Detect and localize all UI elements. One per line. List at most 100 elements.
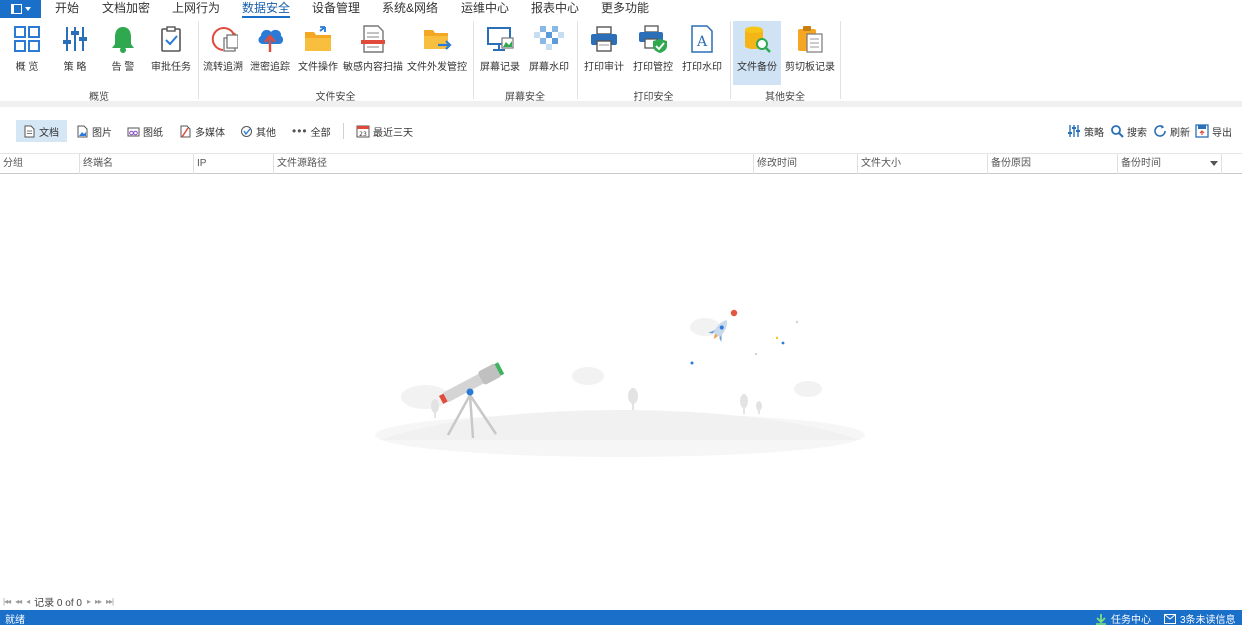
sensitive-content-scan-button[interactable]: 敏感内容扫描: [342, 21, 404, 85]
filter-images-label: 图片: [92, 127, 112, 139]
download-icon: [1096, 613, 1106, 625]
file-backup-label: 文件备份: [737, 62, 777, 73]
database-search-icon: [742, 23, 772, 55]
clipboard-record-button[interactable]: 剪切板记录: [784, 21, 836, 85]
filter-multimedia-label: 多媒体: [195, 127, 225, 139]
status-ready: 就绪: [5, 615, 25, 625]
printer-shield-icon: [638, 23, 668, 55]
folder-send-icon: [422, 23, 452, 55]
grid-icon: [12, 23, 42, 55]
file-backup-button[interactable]: 文件备份: [733, 21, 781, 85]
menu-item-device-management[interactable]: 设备管理: [312, 0, 360, 18]
unread-messages-button[interactable]: 3条未读信息: [1164, 611, 1236, 625]
ribbon: 概 览 策 略 告 警 审批任务 流转追溯 泄密追踪 文件操作 敏感内容扫描 文…: [0, 18, 1242, 103]
column-header-modified-time[interactable]: 修改时间: [754, 154, 858, 174]
ribbon-divider: [0, 101, 1242, 107]
group-divider: [840, 21, 841, 99]
task-center-label: 任务中心: [1111, 615, 1151, 625]
overview-button[interactable]: 概 览: [8, 21, 46, 85]
first-page-icon[interactable]: |◂◂: [3, 597, 11, 606]
app-menu-button[interactable]: [0, 0, 41, 18]
filter-other-button[interactable]: 其他: [237, 120, 279, 142]
sliders-icon: [1068, 125, 1080, 137]
more-dots-icon: •••: [292, 124, 308, 138]
message-icon: [1164, 613, 1176, 624]
printer-icon: [589, 23, 619, 55]
screen-watermark-button[interactable]: 屏幕水印: [526, 21, 572, 85]
menu-item-data-security[interactable]: 数据安全: [242, 0, 291, 18]
calendar-icon: 23: [356, 125, 370, 138]
column-header-file-size[interactable]: 文件大小: [858, 154, 988, 174]
svg-text:23: 23: [359, 131, 367, 138]
file-operation-label: 文件操作: [298, 62, 338, 73]
screen-record-button[interactable]: 屏幕记录: [478, 21, 522, 85]
filter-images-button[interactable]: 图片: [73, 120, 115, 142]
print-control-button[interactable]: 打印管控: [630, 21, 676, 85]
date-range-button[interactable]: 23 最近三天: [353, 120, 416, 142]
app-menu-icon: [10, 4, 22, 14]
menu-bar: 开始 文档加密 上网行为 数据安全 设备管理 系统&网络 运维中心 报表中心 更…: [0, 0, 1242, 18]
other-icon: [241, 125, 252, 137]
sensitive-content-scan-label: 敏感内容扫描: [343, 62, 403, 73]
column-header-backup-reason[interactable]: 备份原因: [988, 154, 1118, 174]
print-audit-label: 打印审计: [584, 62, 624, 73]
chevron-down-icon: [24, 7, 31, 11]
menu-item-web-behavior[interactable]: 上网行为: [172, 0, 220, 18]
menu-item-more-functions[interactable]: 更多功能: [601, 0, 649, 18]
date-range-label: 最近三天: [373, 127, 413, 139]
print-audit-button[interactable]: 打印审计: [582, 21, 626, 85]
filter-toolbar: 文档 图片 图纸 多媒体 其他 ••• 全部 23 最近三天 策略 搜索 刷新 …: [0, 116, 1242, 146]
column-header-group[interactable]: 分组: [0, 154, 80, 174]
refresh-label: 刷新: [1170, 127, 1190, 139]
status-bar: 就绪 任务中心 3条未读信息: [0, 610, 1242, 625]
clipboard-check-icon: [156, 23, 186, 55]
policy-tool-label: 策略: [1084, 127, 1104, 139]
column-header-backup-time[interactable]: 备份时间: [1118, 154, 1222, 174]
overview-label: 概 览: [15, 62, 39, 73]
document-letter-icon: A: [687, 23, 717, 55]
task-center-button[interactable]: 任务中心: [1095, 611, 1151, 625]
export-button[interactable]: 导出: [1192, 120, 1235, 142]
leak-trace-button[interactable]: 泄密追踪: [248, 21, 292, 85]
screen-watermark-label: 屏幕水印: [529, 62, 569, 73]
column-header-source-path[interactable]: 文件源路径: [274, 154, 754, 174]
search-button[interactable]: 搜索: [1107, 120, 1150, 142]
svg-text:A: A: [696, 34, 708, 50]
filter-drawings-button[interactable]: 图纸: [124, 120, 166, 142]
file-operation-button[interactable]: 文件操作: [296, 21, 340, 85]
menu-item-start[interactable]: 开始: [55, 0, 79, 18]
menu-item-system-network[interactable]: 系统&网络: [382, 0, 438, 18]
filter-all-button[interactable]: ••• 全部: [289, 120, 334, 142]
policy-button[interactable]: 策 略: [56, 21, 94, 85]
multimedia-icon: [180, 125, 191, 137]
column-header-ip[interactable]: IP: [194, 154, 274, 174]
print-watermark-button[interactable]: A 打印水印: [680, 21, 724, 85]
alert-button[interactable]: 告 警: [104, 21, 142, 85]
menu-item-report-center[interactable]: 报表中心: [531, 0, 579, 18]
document-icon: [24, 125, 35, 137]
menu-item-doc-encryption[interactable]: 文档加密: [102, 0, 150, 18]
refresh-button[interactable]: 刷新: [1150, 120, 1193, 142]
previous-page-icon[interactable]: ◂: [26, 597, 30, 606]
menu-item-ops-center[interactable]: 运维中心: [461, 0, 509, 18]
chevron-down-icon[interactable]: [1210, 161, 1218, 166]
approval-task-button[interactable]: 审批任务: [150, 21, 192, 85]
flow-trace-button[interactable]: 流转追溯: [202, 21, 244, 85]
next-page-icon[interactable]: ▸: [87, 597, 91, 606]
grid-header: 分组 终端名 IP 文件源路径 修改时间 文件大小 备份原因 备份时间: [0, 154, 1242, 174]
next-page-group-icon[interactable]: ▸▸: [95, 597, 102, 606]
filter-documents-button[interactable]: 文档: [16, 120, 67, 142]
alert-label: 告 警: [111, 62, 135, 73]
export-icon: [1195, 124, 1209, 138]
filter-multimedia-button[interactable]: 多媒体: [176, 120, 228, 142]
drawing-icon: [127, 127, 140, 136]
last-page-icon[interactable]: ▸▸|: [106, 597, 114, 606]
file-outbound-control-button[interactable]: 文件外发管控: [406, 21, 468, 85]
previous-page-group-icon[interactable]: ◂◂: [15, 597, 22, 606]
empty-state-illustration: [375, 309, 865, 457]
policy-tool-button[interactable]: 策略: [1064, 120, 1107, 142]
clipboard-icon: [795, 23, 825, 55]
unread-messages-label: 3条未读信息: [1180, 615, 1236, 625]
column-header-terminal-name[interactable]: 终端名: [80, 154, 194, 174]
toolbar-divider: [343, 123, 344, 139]
